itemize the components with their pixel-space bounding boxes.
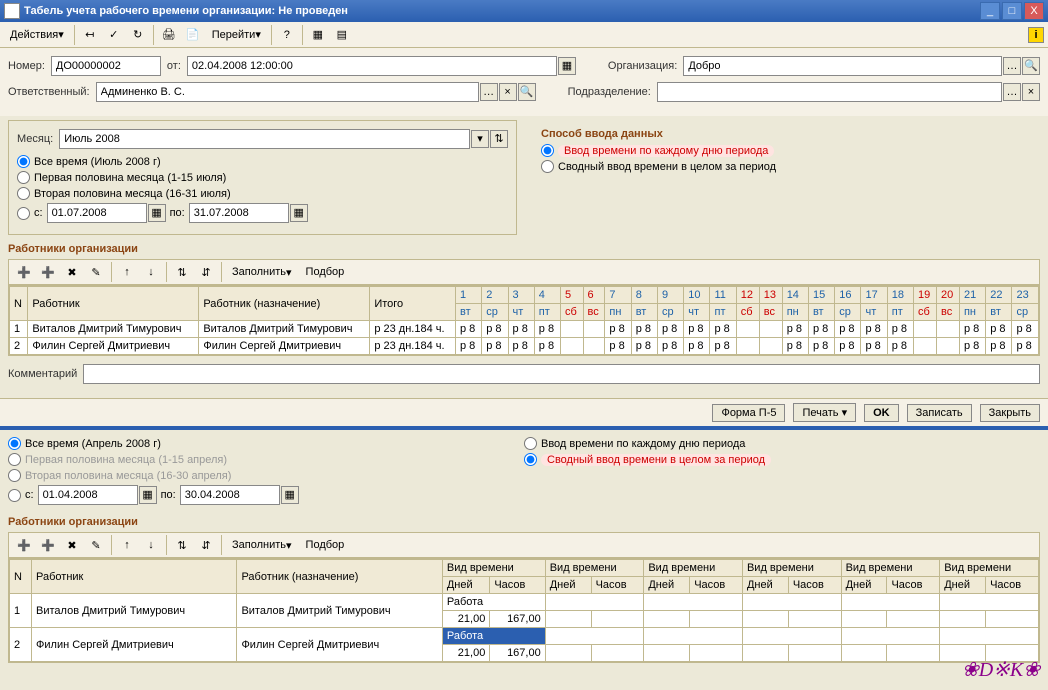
close-button[interactable]: X: [1024, 2, 1044, 20]
up-icon[interactable]: ↑: [116, 261, 138, 283]
doc-icon[interactable]: 📄: [182, 24, 204, 46]
close-button[interactable]: Закрыть: [980, 404, 1040, 422]
dept-input[interactable]: [657, 82, 1002, 102]
radio-all2[interactable]: Все время (Апрель 2008 г): [8, 437, 524, 450]
down-icon[interactable]: ↓: [140, 261, 162, 283]
org-input[interactable]: [683, 56, 1002, 76]
menu-pick[interactable]: Подбор: [300, 534, 351, 556]
search-icon[interactable]: 🔍: [1022, 57, 1040, 75]
down-icon[interactable]: ↓: [140, 534, 162, 556]
method-panel: Способ ввода данных Ввод времени по кажд…: [533, 120, 1040, 235]
footer: Форма П-5 Печать ▾ OK Записать Закрыть: [0, 398, 1048, 426]
radio-first[interactable]: Первая половина месяца (1-15 июля): [17, 171, 508, 184]
window-title: Табель учета рабочего времени организаци…: [24, 5, 978, 17]
calendar-icon[interactable]: ▦: [148, 204, 166, 222]
radio-daily2[interactable]: Ввод времени по каждому дню периода: [524, 437, 1040, 450]
workers-table2[interactable]: NРаботникРаботник (назначение)Вид времен…: [8, 558, 1040, 663]
header-panel: Номер: от: ▦ Организация: …🔍 Ответственн…: [0, 48, 1048, 116]
number-label: Номер:: [8, 60, 45, 72]
help-icon[interactable]: ?: [276, 24, 298, 46]
stepper-icon[interactable]: ⇅: [490, 130, 508, 148]
radio-summary[interactable]: Сводный ввод времени в целом за период: [541, 160, 1032, 173]
comment-label: Комментарий: [8, 368, 77, 380]
select-icon[interactable]: …: [1003, 57, 1021, 75]
maximize-button[interactable]: □: [1002, 2, 1022, 20]
sort-icon[interactable]: ⇅: [171, 261, 193, 283]
menu-fill[interactable]: Заполнить ▾: [226, 261, 298, 283]
workers-title2: Работники организации: [0, 512, 1048, 532]
titlebar: Табель учета рабочего времени организаци…: [0, 0, 1048, 22]
edit-icon[interactable]: ✎: [85, 534, 107, 556]
period-panel: Месяц: ▾⇅ Все время (Июль 2008 г) Первая…: [8, 120, 517, 235]
save-button[interactable]: Записать: [907, 404, 972, 422]
radio-first2[interactable]: Первая половина месяца (1-15 апреля): [8, 453, 524, 466]
form-button[interactable]: Форма П-5: [712, 404, 785, 422]
minimize-button[interactable]: _: [980, 2, 1000, 20]
print-button[interactable]: Печать ▾: [793, 403, 856, 422]
nav-back-icon[interactable]: ↤: [79, 24, 101, 46]
comment-input[interactable]: [83, 364, 1040, 384]
from-label: от:: [167, 60, 181, 72]
menu-pick[interactable]: Подбор: [300, 261, 351, 283]
month-label: Месяц:: [17, 133, 53, 145]
month-input[interactable]: [59, 129, 470, 149]
search-icon[interactable]: 🔍: [518, 83, 536, 101]
grid1-icon[interactable]: ▦: [307, 24, 329, 46]
grid2-icon[interactable]: ▤: [331, 24, 353, 46]
calendar-icon[interactable]: ▦: [558, 57, 576, 75]
menu-actions[interactable]: Действия ▾: [4, 24, 70, 46]
clear-icon[interactable]: ×: [499, 83, 517, 101]
sort2-icon[interactable]: ⇵: [195, 261, 217, 283]
resp-label: Ответственный:: [8, 86, 90, 98]
to-date[interactable]: [189, 203, 289, 223]
sort2-icon[interactable]: ⇵: [195, 534, 217, 556]
select-icon[interactable]: …: [480, 83, 498, 101]
calendar-icon[interactable]: ▦: [281, 486, 299, 504]
print-icon[interactable]: 🖨: [158, 24, 180, 46]
radio-second[interactable]: Вторая половина месяца (16-31 июля): [17, 187, 508, 200]
dept-label: Подразделение:: [568, 86, 651, 98]
del-icon[interactable]: ✖: [61, 261, 83, 283]
ok-button[interactable]: OK: [864, 404, 899, 422]
add2-icon[interactable]: ➕: [37, 261, 59, 283]
select-icon[interactable]: …: [1003, 83, 1021, 101]
radio-second2[interactable]: Вторая половина месяца (16-30 апреля): [8, 469, 524, 482]
info-icon[interactable]: i: [1028, 27, 1044, 43]
radio-daily[interactable]: Ввод времени по каждому дню периода: [541, 144, 1032, 157]
date-input[interactable]: [187, 56, 557, 76]
edit-icon[interactable]: ✎: [85, 261, 107, 283]
to-date2[interactable]: [180, 485, 280, 505]
add-icon[interactable]: ➕: [13, 534, 35, 556]
up-icon[interactable]: ↑: [116, 534, 138, 556]
from-date2[interactable]: [38, 485, 138, 505]
radio-summary2[interactable]: Сводный ввод времени в целом за период: [524, 453, 1040, 466]
radio-custom2[interactable]: с: ▦ по: ▦: [8, 485, 524, 505]
radio-custom[interactable]: с: ▦ по: ▦: [17, 203, 508, 223]
menu-fill[interactable]: Заполнить ▾: [226, 534, 298, 556]
del-icon[interactable]: ✖: [61, 534, 83, 556]
workers-title: Работники организации: [0, 239, 1048, 259]
add-icon[interactable]: ➕: [13, 261, 35, 283]
app-icon: [4, 3, 20, 19]
post-icon[interactable]: ✓: [103, 24, 125, 46]
from-date[interactable]: [47, 203, 147, 223]
number-input[interactable]: [51, 56, 161, 76]
add2-icon[interactable]: ➕: [37, 534, 59, 556]
radio-all[interactable]: Все время (Июль 2008 г): [17, 155, 508, 168]
method-title: Способ ввода данных: [541, 128, 1032, 140]
sort-icon[interactable]: ⇅: [171, 534, 193, 556]
menu-goto[interactable]: Перейти ▾: [206, 24, 267, 46]
calendar-icon[interactable]: ▦: [139, 486, 157, 504]
calendar-icon[interactable]: ▦: [290, 204, 308, 222]
watermark: ❀D※K❀: [962, 657, 1040, 682]
clear-icon[interactable]: ×: [1022, 83, 1040, 101]
main-toolbar: Действия ▾ ↤ ✓ ↻ 🖨 📄 Перейти ▾ ? ▦ ▤ i: [0, 22, 1048, 48]
dropdown-icon[interactable]: ▾: [471, 130, 489, 148]
org-label: Организация:: [608, 60, 677, 72]
resp-input[interactable]: [96, 82, 479, 102]
workers-table[interactable]: NРаботникРаботник (назначение)Итого12345…: [8, 285, 1040, 356]
unpost-icon[interactable]: ↻: [127, 24, 149, 46]
lower-method: Ввод времени по каждому дню периода Свод…: [524, 434, 1040, 508]
lower-period: Все время (Апрель 2008 г) Первая половин…: [8, 434, 524, 508]
